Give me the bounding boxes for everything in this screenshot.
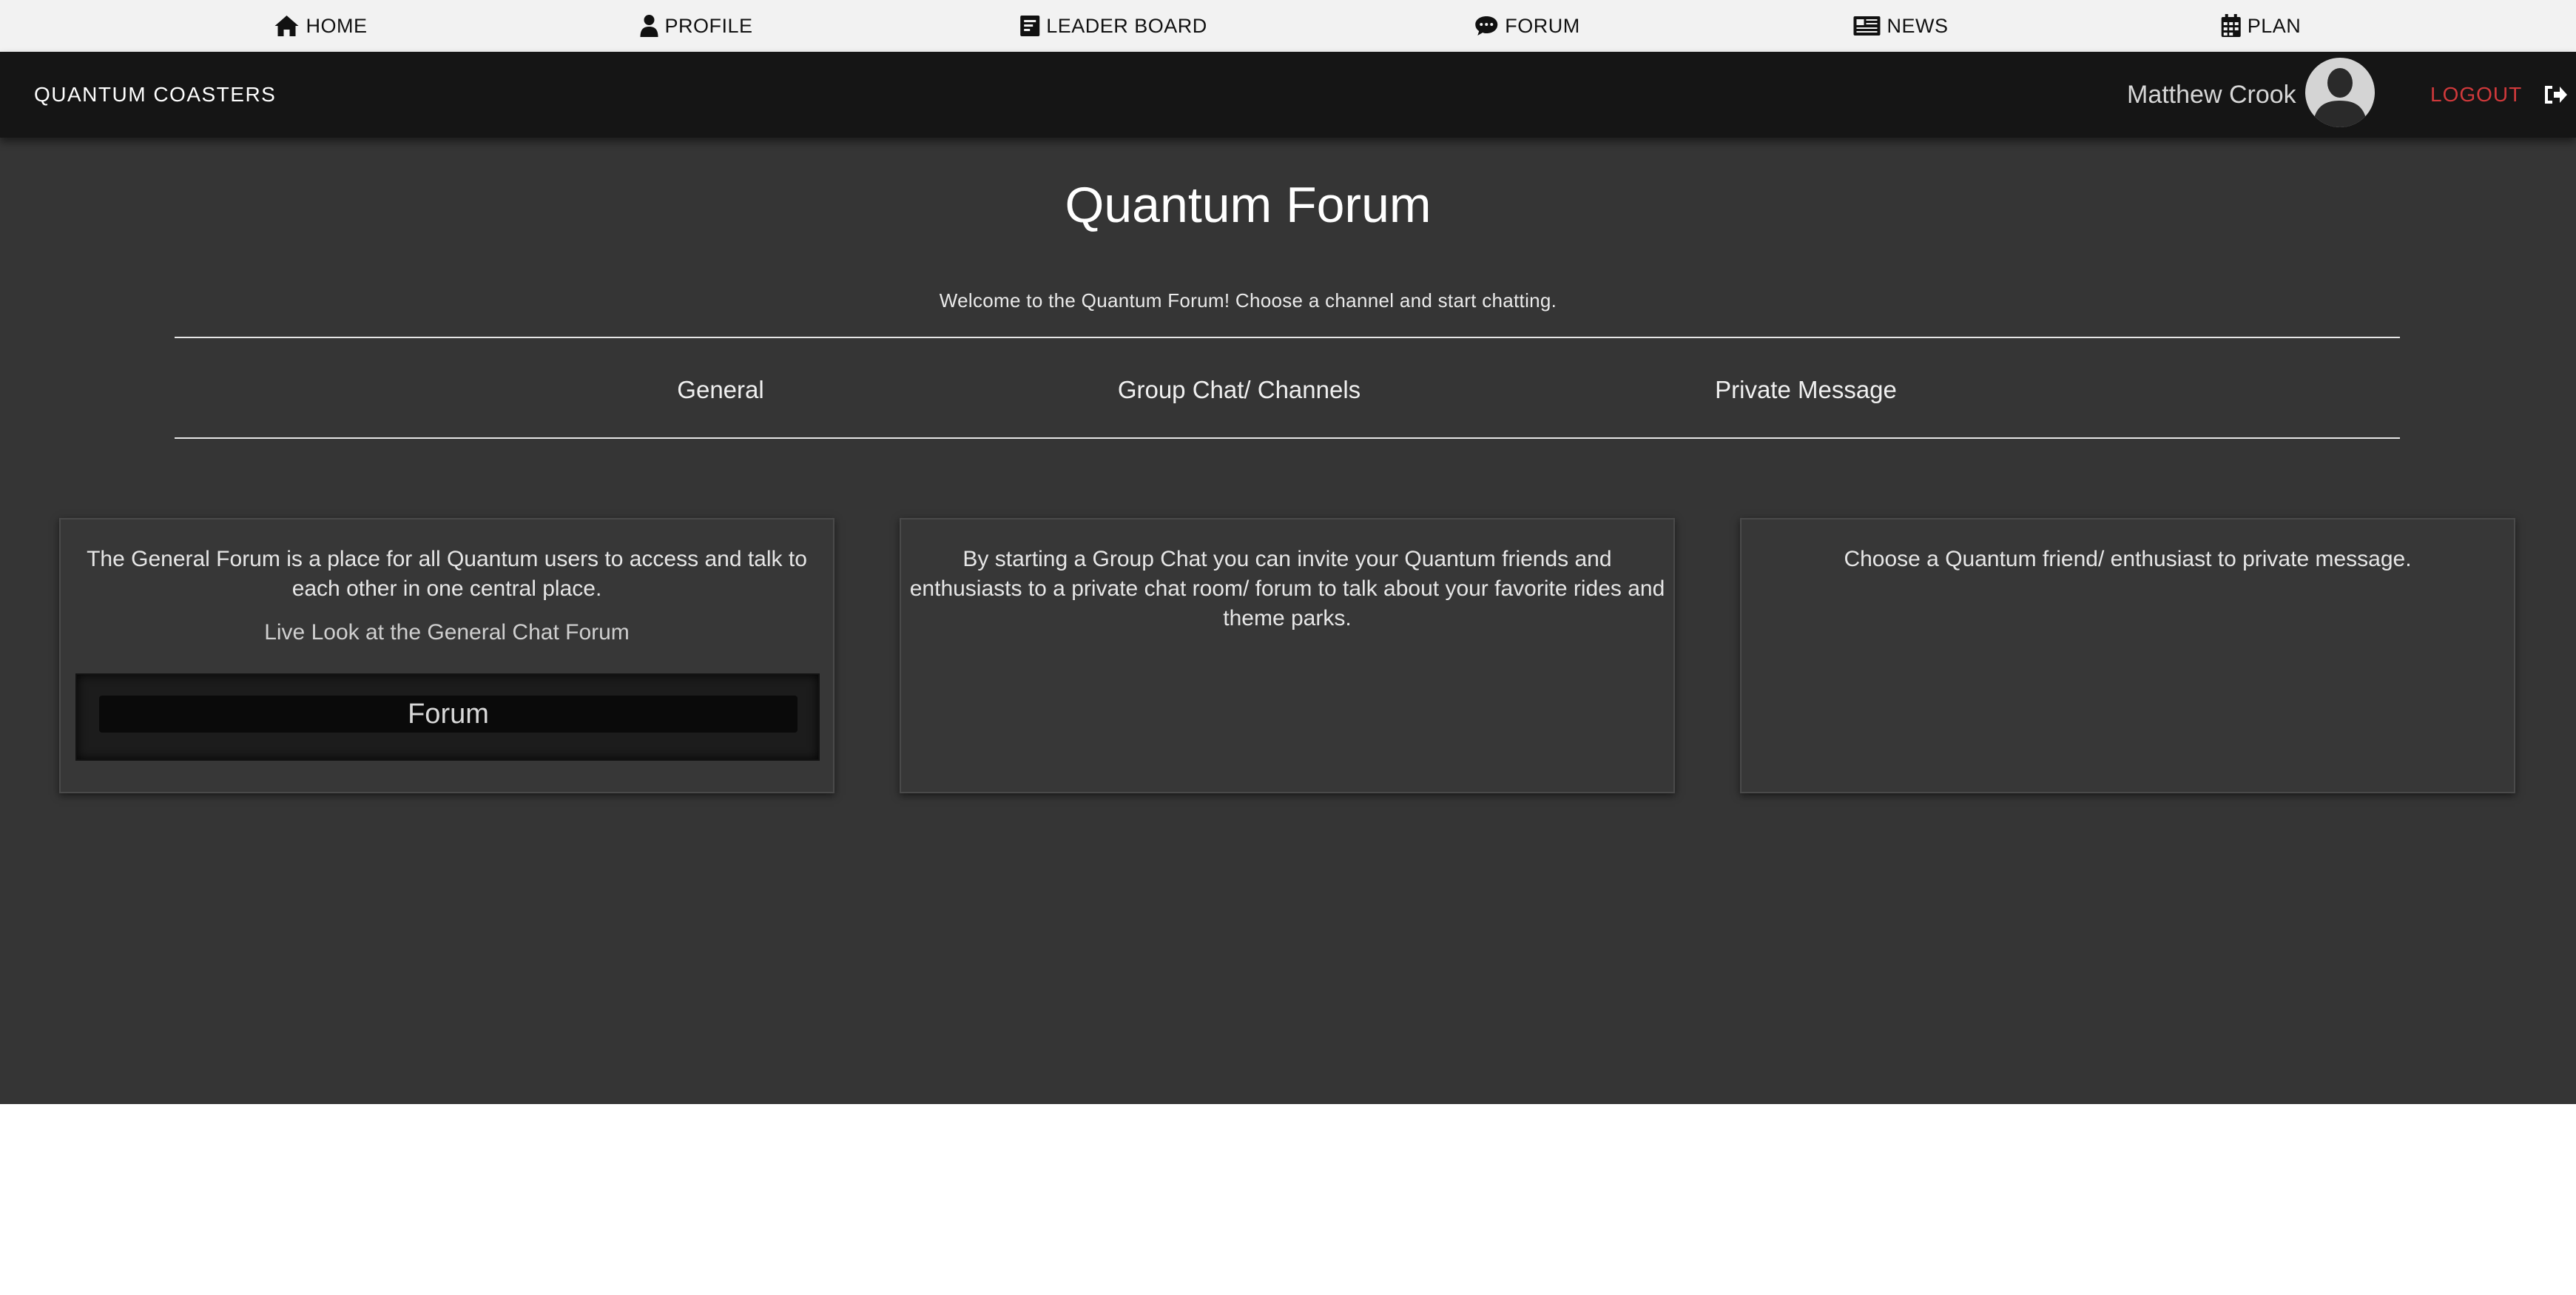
nav-profile[interactable]: PROFILE	[639, 0, 752, 52]
nav-news[interactable]: NEWS	[1853, 0, 1949, 52]
tab-general[interactable]: General	[677, 376, 763, 404]
leaderboard-icon	[1020, 16, 1040, 36]
nav-forum[interactable]: FORUM	[1474, 0, 1579, 52]
nav-plan[interactable]: PLAN	[2221, 0, 2302, 52]
avatar[interactable]	[2305, 58, 2375, 127]
private-message-description: Choose a Quantum friend/ enthusiast to p…	[1844, 547, 2412, 571]
divider-top	[175, 337, 2400, 338]
forum-button[interactable]: Forum	[99, 696, 798, 733]
newspaper-icon	[1853, 16, 1881, 36]
private-message-card: Choose a Quantum friend/ enthusiast to p…	[1740, 518, 2515, 793]
avatar-silhouette-icon	[2313, 68, 2367, 127]
divider-bottom	[175, 437, 2400, 439]
nav-home-label: HOME	[306, 14, 368, 37]
logout-button[interactable]: LOGOUT	[2430, 52, 2522, 138]
nav-leaderboard-label: LEADER BOARD	[1046, 14, 1207, 37]
tab-group-chat[interactable]: Group Chat/ Channels	[1118, 376, 1361, 404]
forum-preview: Forum	[75, 673, 820, 761]
top-nav: HOME PROFILE LEADER BOARD FORUM NEWS PLA…	[0, 0, 2576, 52]
live-look-label: Live Look at the General Chat Forum	[264, 620, 630, 645]
calendar-icon	[2221, 14, 2241, 37]
user-name[interactable]: Matthew Crook	[2127, 52, 2296, 138]
group-chat-card: By starting a Group Chat you can invite …	[900, 518, 1675, 793]
nav-home[interactable]: HOME	[274, 0, 368, 52]
brand-logo[interactable]: QUANTUM COASTERS	[34, 52, 276, 138]
welcome-text: Welcome to the Quantum Forum! Choose a c…	[939, 289, 1557, 312]
forum-main: Quantum Forum Welcome to the Quantum For…	[0, 138, 2576, 1104]
group-chat-description: By starting a Group Chat you can invite …	[909, 547, 1665, 630]
nav-leaderboard[interactable]: LEADER BOARD	[1019, 0, 1207, 52]
tab-private-message[interactable]: Private Message	[1715, 376, 1897, 404]
sign-out-icon[interactable]	[2542, 81, 2569, 108]
app-header: QUANTUM COASTERS Matthew Crook LOGOUT	[0, 52, 2576, 138]
general-forum-description: The General Forum is a place for all Qua…	[87, 547, 807, 601]
chat-icon	[1475, 16, 1498, 36]
general-forum-card: The General Forum is a place for all Qua…	[59, 518, 834, 793]
nav-news-label: NEWS	[1887, 14, 1949, 37]
nav-forum-label: FORUM	[1505, 14, 1580, 37]
home-icon	[274, 16, 299, 36]
page-title: Quantum Forum	[1065, 177, 1432, 233]
user-icon	[640, 15, 658, 37]
nav-plan-label: PLAN	[2247, 14, 2302, 37]
nav-profile-label: PROFILE	[664, 14, 753, 37]
